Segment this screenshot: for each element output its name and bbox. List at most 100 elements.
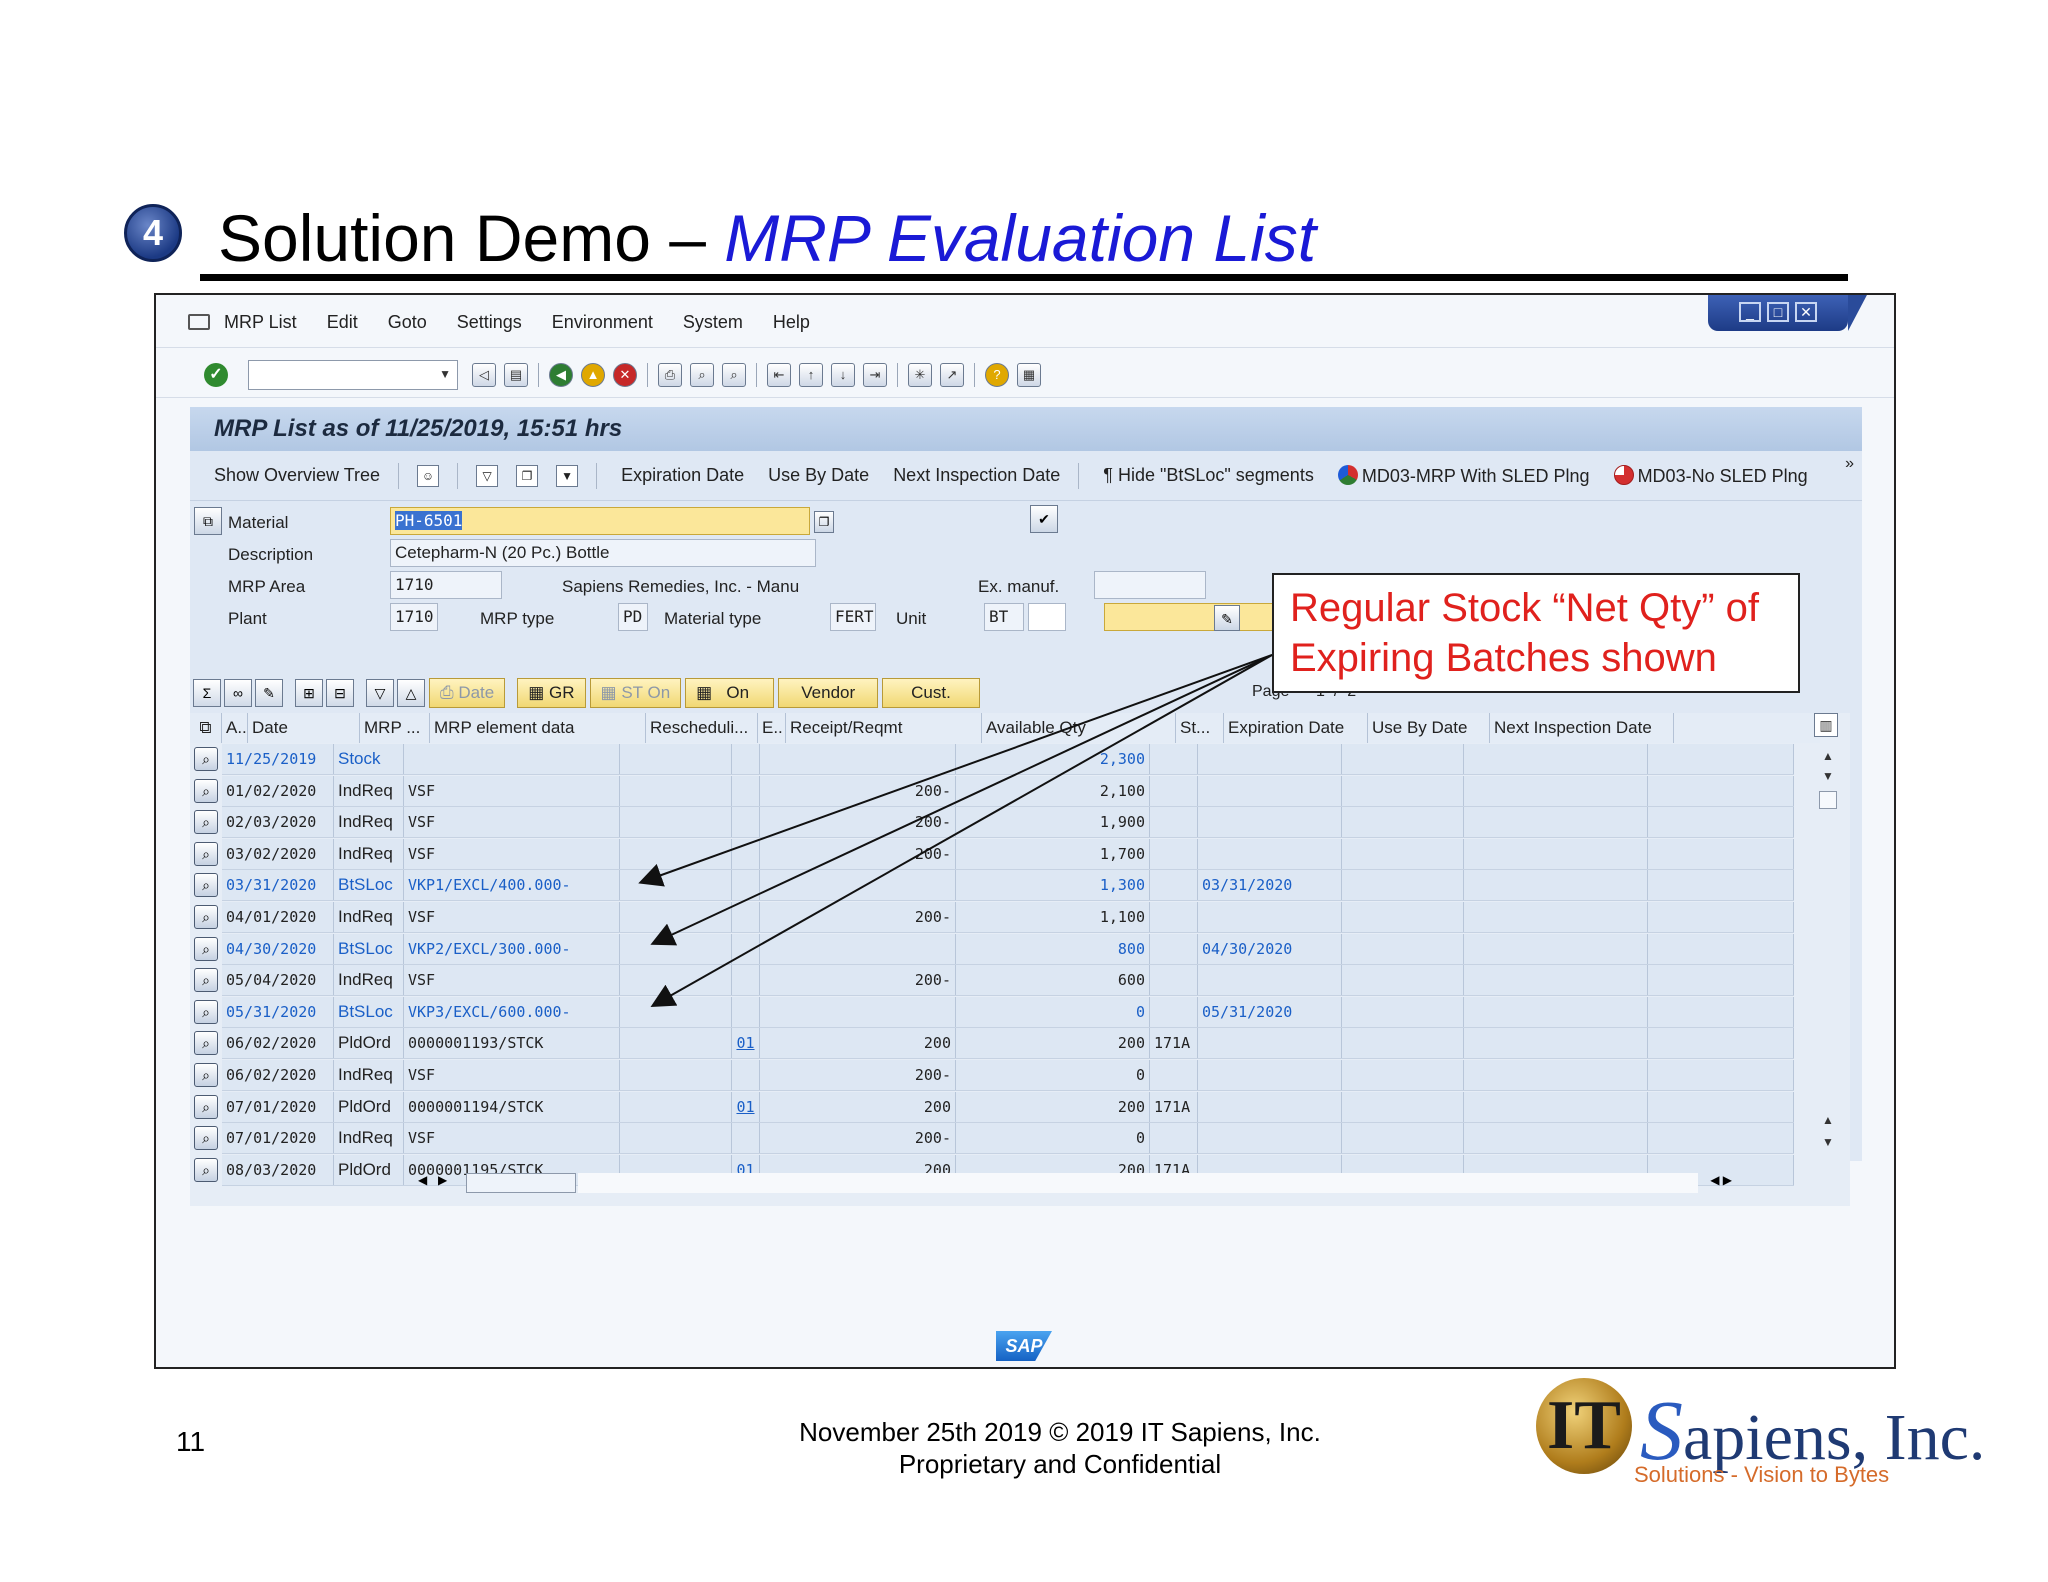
previous-page-icon[interactable]: ↑: [799, 363, 823, 387]
next-page-icon[interactable]: ↓: [831, 363, 855, 387]
col-a[interactable]: A..: [222, 713, 248, 743]
table-row[interactable]: 07/01/2020 PldOrd 0000001194/STCK 01 200 200 1…: [222, 1091, 1794, 1123]
material-select-icon[interactable]: ⧉: [194, 507, 222, 535]
column-config-icon[interactable]: ▥: [1814, 713, 1838, 737]
row-detail-icon[interactable]: ⌕: [194, 841, 218, 866]
cell-e[interactable]: 01: [732, 1028, 760, 1059]
back-icon[interactable]: ◀: [549, 363, 573, 387]
table-row[interactable]: 01/02/2020 IndReq VSF 200- 2,100: [222, 775, 1794, 807]
row-detail-icon[interactable]: ⌕: [194, 1157, 218, 1182]
row-detail-icon[interactable]: ⌕: [194, 810, 218, 835]
hide-btsloc-segments-button[interactable]: ¶ Hide "BtSLoc" segments: [1103, 465, 1314, 486]
menu-system[interactable]: System: [683, 312, 743, 333]
glasses-icon[interactable]: ∞: [224, 679, 252, 707]
scroll-far-right-icon[interactable]: ◀ ▶: [1710, 1173, 1732, 1187]
menu-goto[interactable]: Goto: [388, 312, 427, 333]
row-detail-icon[interactable]: ⌕: [194, 1031, 218, 1056]
menu-environment[interactable]: Environment: [552, 312, 653, 333]
md03-with-sled-button[interactable]: MD03-MRP With SLED Plng: [1337, 464, 1590, 487]
row-detail-icon[interactable]: ⌕: [194, 999, 218, 1024]
col-mrp-element-data[interactable]: MRP element data: [430, 713, 646, 743]
layout-icon[interactable]: ⧉: [190, 713, 222, 743]
row-detail-icon[interactable]: ⌕: [194, 905, 218, 929]
col-available-qty[interactable]: Available Qty: [982, 713, 1176, 743]
table-row[interactable]: 11/25/2019 Stock 2,300: [222, 744, 1794, 775]
last-page-icon[interactable]: ⇥: [863, 363, 887, 387]
show-overview-tree-button[interactable]: Show Overview Tree: [214, 465, 380, 486]
print-icon[interactable]: ⎙: [658, 363, 682, 387]
table-row[interactable]: 05/31/2020 BtSLoc VKP3/EXCL/600.000- 0 05/31…: [222, 996, 1794, 1028]
next-inspection-date-button[interactable]: Next Inspection Date: [893, 465, 1060, 486]
command-field[interactable]: ▼: [248, 360, 458, 390]
scroll-page-up-icon[interactable]: ▲: [1818, 1113, 1838, 1127]
table-row[interactable]: 03/31/2020 BtSLoc VKP1/EXCL/400.000- 1,300 0…: [222, 870, 1794, 902]
sum-icon[interactable]: Σ: [193, 679, 221, 707]
col-date[interactable]: Date: [248, 713, 360, 743]
layout-menu-icon[interactable]: ▦: [1017, 363, 1041, 387]
scroll-left-icon[interactable]: ◀: [418, 1173, 427, 1187]
table-row[interactable]: 05/04/2020 IndReq VSF 200- 600: [222, 965, 1794, 997]
table-row[interactable]: 02/03/2020 IndReq VSF 200- 1,900: [222, 807, 1794, 839]
more-icon[interactable]: »: [1845, 455, 1854, 473]
notes-field[interactable]: [1104, 603, 1280, 631]
menu-mrp-list[interactable]: MRP List: [224, 312, 297, 333]
first-page-icon[interactable]: ⇤: [767, 363, 791, 387]
table-row[interactable]: 07/01/2020 IndReq VSF 200- 0: [222, 1123, 1794, 1155]
find-next-icon[interactable]: ⌕: [722, 363, 746, 387]
scroll-page-down-icon[interactable]: ▼: [1818, 1135, 1838, 1149]
enter-check-icon[interactable]: ✓: [204, 363, 228, 387]
table-row[interactable]: 06/02/2020 IndReq VSF 200- 0: [222, 1060, 1794, 1091]
col-next-inspection-date[interactable]: Next Inspection Date: [1490, 713, 1674, 743]
vendor-button[interactable]: Vendor: [778, 678, 879, 708]
col-st[interactable]: St...: [1176, 713, 1224, 743]
col-rescheduling[interactable]: Rescheduli...: [646, 713, 758, 743]
chevron-down-icon[interactable]: ▼: [439, 367, 451, 381]
cust-button[interactable]: Cust.: [882, 678, 980, 708]
scroll-down-icon[interactable]: ▼: [1818, 769, 1838, 783]
menu-settings[interactable]: Settings: [457, 312, 522, 333]
table-row[interactable]: 04/30/2020 BtSLoc VKP2/EXCL/300.000- 800 04/…: [222, 933, 1794, 965]
row-detail-icon[interactable]: ⌕: [194, 968, 218, 993]
menu-edit[interactable]: Edit: [327, 312, 358, 333]
use-by-date-button[interactable]: Use By Date: [768, 465, 869, 486]
material-input[interactable]: PH-6501: [390, 507, 810, 535]
user-icon[interactable]: ☺: [417, 464, 440, 487]
row-detail-icon[interactable]: ⌕: [194, 936, 218, 961]
cell-e[interactable]: 01: [732, 1091, 760, 1122]
copy-icon[interactable]: ❐: [516, 464, 539, 487]
filter-up-icon[interactable]: △: [397, 679, 425, 707]
menu-window-icon[interactable]: [188, 314, 210, 330]
shortcut-icon[interactable]: ↗: [940, 363, 964, 387]
horizontal-scrollbar[interactable]: ◀ ▶ ◀ ▶: [418, 1173, 1738, 1195]
new-session-icon[interactable]: ✳: [908, 363, 932, 387]
filter-icon[interactable]: ▽: [476, 464, 499, 487]
row-detail-icon[interactable]: ⌕: [194, 778, 218, 803]
scroll-right-icon[interactable]: ▶: [438, 1173, 447, 1187]
delete-filter-icon[interactable]: ▼: [556, 464, 579, 487]
col-e[interactable]: E..: [758, 713, 786, 743]
scroll-thumb[interactable]: [1819, 791, 1837, 809]
row-detail-icon[interactable]: ⌕: [194, 1094, 218, 1119]
col-mrp[interactable]: MRP ...: [360, 713, 430, 743]
col-use-by-date[interactable]: Use By Date: [1368, 713, 1490, 743]
back-arrow-icon[interactable]: ◁: [472, 363, 496, 387]
vertical-scrollbar[interactable]: ▥ ▲ ▼ ▲ ▼: [1814, 713, 1838, 1173]
cancel-icon[interactable]: ✕: [613, 363, 637, 387]
row-detail-icon[interactable]: ⌕: [194, 1126, 218, 1151]
hscroll-track[interactable]: [578, 1173, 1698, 1193]
row-detail-icon[interactable]: ⌕: [194, 747, 218, 771]
row-detail-icon[interactable]: ⌕: [194, 1063, 218, 1087]
hscroll-thumb[interactable]: [466, 1173, 576, 1193]
expiration-date-button[interactable]: Expiration Date: [621, 465, 744, 486]
material-copy-icon[interactable]: ❐: [814, 511, 834, 533]
menu-help[interactable]: Help: [773, 312, 810, 333]
row-detail-icon[interactable]: ⌕: [194, 873, 218, 898]
scroll-up-icon[interactable]: ▲: [1818, 749, 1838, 763]
save-icon[interactable]: ▤: [504, 363, 528, 387]
col-expiration-date[interactable]: Expiration Date: [1224, 713, 1368, 743]
md03-no-sled-button[interactable]: MD03-No SLED Plng: [1613, 464, 1808, 487]
edit-pencil-icon[interactable]: ✎: [1214, 605, 1240, 631]
date-button[interactable]: ⎙ Date: [429, 678, 506, 708]
gr-button[interactable]: ▦ GR: [517, 678, 586, 708]
hierarchy-collapse-icon[interactable]: ⊟: [326, 679, 354, 707]
